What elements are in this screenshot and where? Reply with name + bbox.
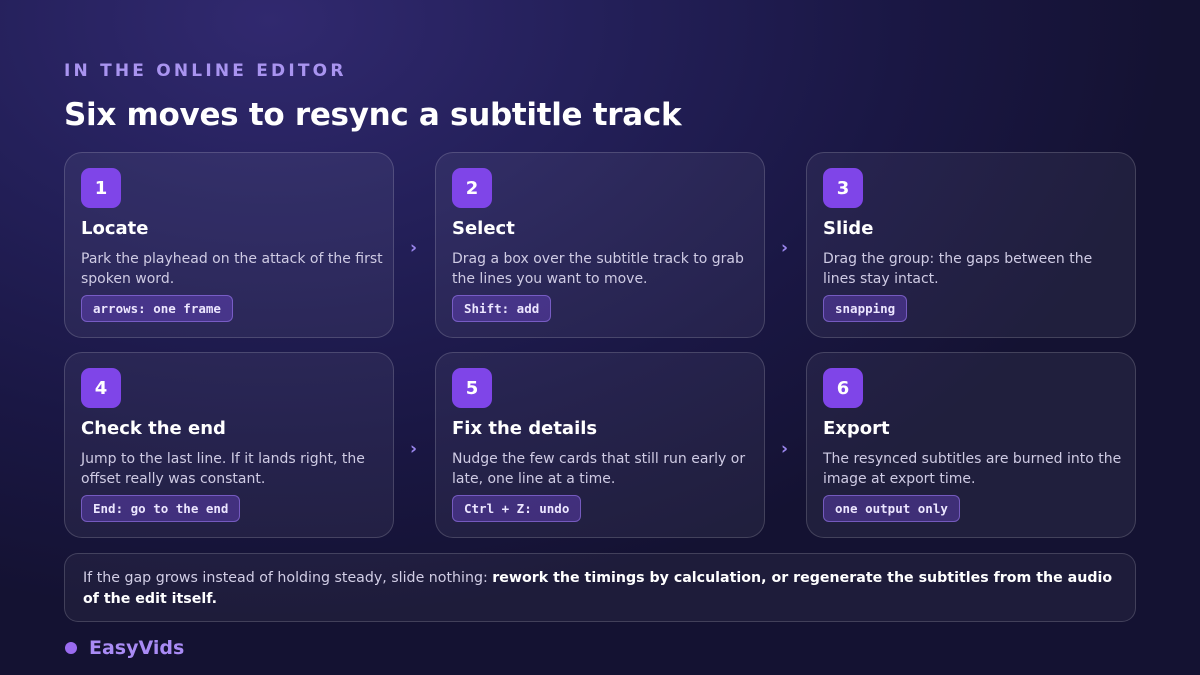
shortcut-tag: Shift: add (452, 295, 552, 322)
step-number-badge: 5 (452, 368, 492, 408)
shortcut-tag: Ctrl + Z: undo (452, 495, 582, 522)
chevron-right-icon: › (410, 439, 418, 459)
step-card-6: 6 Export The resynced subtitles are burn… (806, 352, 1136, 538)
brand-dot-icon (65, 642, 77, 654)
step-number-badge: 1 (81, 168, 121, 208)
step-description: Drag the group: the gaps between the lin… (823, 251, 1093, 287)
step-description: Nudge the few cards that still run early… (452, 451, 746, 487)
step-title: Locate (81, 218, 149, 239)
chevron-right-icon: › (781, 439, 789, 459)
step-title: Select (452, 218, 515, 239)
step-number-badge: 3 (823, 168, 863, 208)
step-number-badge: 4 (81, 368, 121, 408)
eyebrow-label: IN THE ONLINE EDITOR (64, 61, 347, 81)
shortcut-tag: one output only (823, 495, 960, 522)
step-card-3: 3 Slide Drag the group: the gaps between… (806, 152, 1136, 338)
step-description: Park the playhead on the attack of the f… (81, 251, 383, 287)
step-number-badge: 2 (452, 168, 492, 208)
step-description: Drag a box over the subtitle track to gr… (452, 251, 744, 287)
step-title: Export (823, 418, 890, 439)
shortcut-tag: snapping (823, 295, 908, 322)
shortcut-tag: End: go to the end (81, 495, 241, 522)
shortcut-tag: arrows: one frame (81, 295, 233, 322)
note-lead: If the gap grows instead of holding stea… (83, 570, 493, 586)
step-title: Slide (823, 218, 874, 239)
page-title: Six moves to resync a subtitle track (64, 97, 682, 133)
step-title: Fix the details (452, 418, 598, 439)
warning-note: If the gap grows instead of holding stea… (64, 553, 1136, 622)
step-card-2: 2 Select Drag a box over the subtitle tr… (435, 152, 765, 338)
step-card-5: 5 Fix the details Nudge the few cards th… (435, 352, 765, 538)
step-title: Check the end (81, 418, 226, 439)
step-card-4: 4 Check the end Jump to the last line. I… (64, 352, 394, 538)
chevron-right-icon: › (410, 238, 418, 258)
chevron-right-icon: › (781, 238, 789, 258)
step-description: The resynced subtitles are burned into t… (823, 451, 1122, 487)
step-card-1: 1 Locate Park the playhead on the attack… (64, 152, 394, 338)
step-number-badge: 6 (823, 368, 863, 408)
step-description: Jump to the last line. If it lands right… (81, 451, 365, 487)
brand-name: EasyVids (89, 637, 185, 659)
